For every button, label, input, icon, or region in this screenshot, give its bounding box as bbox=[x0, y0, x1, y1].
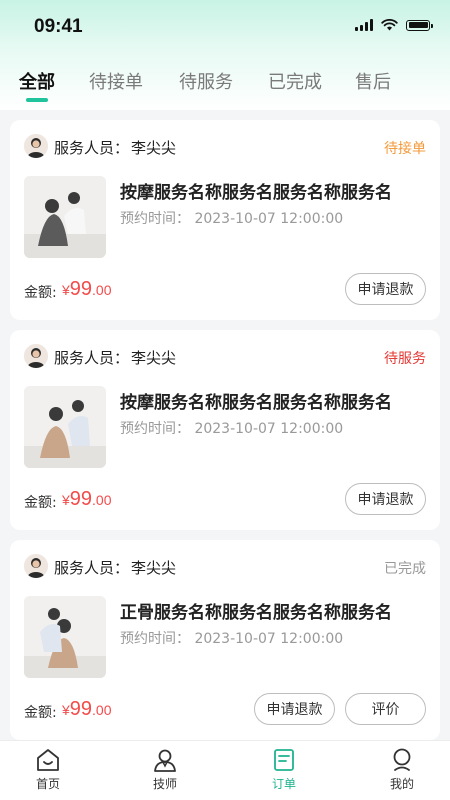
amount-label: 金额: bbox=[24, 705, 57, 721]
orders-icon bbox=[274, 749, 294, 771]
order-card[interactable]: 服务人员： 李尖尖 待接单 按摩服务名称服务名服务名称服务名 预约时间： 202… bbox=[10, 120, 440, 320]
service-name: 按摩服务名称服务名服务名称服务名 bbox=[120, 183, 392, 203]
nav-orders-label: 订单 bbox=[271, 777, 296, 791]
price-symbol: ¥ bbox=[62, 282, 70, 298]
price-integer: 99 bbox=[69, 278, 93, 300]
price-decimal: .00 bbox=[92, 282, 112, 298]
tab-pending-service[interactable]: 待服务 bbox=[179, 68, 233, 94]
price: ¥99.00 bbox=[62, 488, 112, 511]
status-bar: 09:41 bbox=[0, 0, 450, 56]
review-button[interactable]: 评价 bbox=[345, 693, 426, 725]
battery-icon bbox=[406, 19, 433, 31]
tab-completed[interactable]: 已完成 bbox=[268, 68, 322, 94]
price: ¥99.00 bbox=[62, 278, 112, 301]
service-image bbox=[24, 176, 106, 258]
request-refund-button[interactable]: 申请退款 bbox=[345, 483, 426, 515]
service-image bbox=[24, 596, 106, 678]
avatar bbox=[24, 134, 48, 158]
tab-after-sales[interactable]: 售后 bbox=[355, 68, 391, 94]
amount-label: 金额: bbox=[24, 285, 57, 301]
order-card[interactable]: 服务人员： 李尖尖 待服务 按摩服务名称服务名服务名称服务名 预约时间： 202… bbox=[10, 330, 440, 530]
staff-label: 服务人员： bbox=[54, 139, 130, 157]
price-symbol: ¥ bbox=[62, 492, 70, 508]
price-symbol: ¥ bbox=[62, 702, 70, 718]
appointment-time: 预约时间： 2023-10-07 12:00:00 bbox=[120, 631, 344, 647]
service-name: 正骨服务名称服务名服务名称服务名 bbox=[120, 603, 392, 623]
active-tab-indicator bbox=[26, 98, 48, 102]
tab-pending-accept[interactable]: 待接单 bbox=[89, 68, 143, 94]
service-name: 按摩服务名称服务名服务名称服务名 bbox=[120, 393, 392, 413]
price: ¥99.00 bbox=[62, 698, 112, 721]
staff-name: 李尖尖 bbox=[131, 349, 177, 367]
price-integer: 99 bbox=[69, 488, 93, 510]
staff-label: 服务人员： bbox=[54, 349, 130, 367]
nav-profile[interactable]: 我的 bbox=[372, 747, 432, 792]
nav-orders[interactable]: 订单 bbox=[254, 747, 314, 792]
order-tabs: 全部 待接单 待服务 已完成 售后 bbox=[0, 60, 450, 104]
nav-technician[interactable]: 技师 bbox=[135, 747, 195, 792]
tab-all[interactable]: 全部 bbox=[19, 68, 55, 94]
profile-icon bbox=[393, 748, 411, 771]
service-image bbox=[24, 386, 106, 468]
clock: 09:41 bbox=[34, 16, 83, 37]
price-integer: 99 bbox=[69, 698, 93, 720]
wifi-icon bbox=[381, 19, 398, 31]
appointment-time: 预约时间： 2023-10-07 12:00:00 bbox=[120, 211, 344, 227]
nav-technician-label: 技师 bbox=[152, 777, 177, 791]
avatar bbox=[24, 554, 48, 578]
home-icon bbox=[37, 749, 59, 771]
status-icons bbox=[355, 19, 433, 31]
nav-profile-label: 我的 bbox=[389, 777, 414, 791]
appointment-time: 预约时间： 2023-10-07 12:00:00 bbox=[120, 421, 344, 437]
amount-label: 金额: bbox=[24, 495, 57, 511]
price-decimal: .00 bbox=[92, 702, 112, 718]
bottom-navigation: 首页 技师 订单 我的 bbox=[0, 740, 450, 800]
price-decimal: .00 bbox=[92, 492, 112, 508]
order-card[interactable]: 服务人员： 李尖尖 已完成 正骨服务名称服务名服务名称服务名 预约时间： 202… bbox=[10, 540, 440, 740]
avatar bbox=[24, 344, 48, 368]
status-badge: 待接单 bbox=[384, 141, 426, 157]
staff-name: 李尖尖 bbox=[131, 559, 177, 577]
nav-home[interactable]: 首页 bbox=[18, 747, 78, 792]
status-badge: 待服务 bbox=[384, 351, 426, 367]
nav-home-label: 首页 bbox=[35, 777, 60, 791]
staff-label: 服务人员： bbox=[54, 559, 130, 577]
status-badge: 已完成 bbox=[384, 561, 426, 577]
request-refund-button[interactable]: 申请退款 bbox=[254, 693, 335, 725]
technician-icon bbox=[154, 749, 176, 772]
staff-name: 李尖尖 bbox=[131, 139, 177, 157]
request-refund-button[interactable]: 申请退款 bbox=[345, 273, 426, 305]
cellular-signal-icon bbox=[355, 19, 373, 31]
